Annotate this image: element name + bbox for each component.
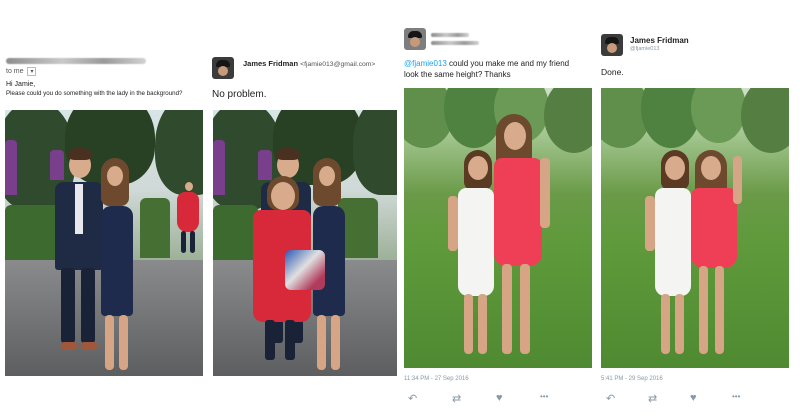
email-panel: to me ▾ Hi Jamie, Please could you do so… (0, 0, 206, 416)
retweet-icon[interactable]: ⇄ (648, 392, 657, 405)
reply-icon[interactable]: ↶ (408, 392, 417, 405)
reply-tweet-panel: James Fridman @fjamie013 Done. 5:41 PM -… (598, 0, 794, 416)
photo-edited-couple (213, 110, 397, 376)
mention-link[interactable]: @fjamie013 (404, 59, 447, 68)
email-body: Please could you do something with the l… (6, 90, 183, 97)
reply-handle: @fjamie013 (630, 46, 660, 52)
retweet-icon[interactable]: ⇄ (452, 392, 461, 405)
avatar (212, 57, 234, 79)
avatar[interactable] (601, 34, 623, 56)
avatar[interactable] (404, 28, 426, 50)
reply-panel: James Fridman <fjamie013@gmail.com> No p… (208, 0, 398, 416)
email-greeting: Hi Jamie, (6, 81, 36, 88)
redacted-username (431, 33, 469, 37)
tweet-timestamp[interactable]: 11:34 PM - 27 Sep 2016 (404, 376, 469, 382)
photo-girls-edited (601, 88, 789, 368)
redacted-sender (6, 58, 146, 64)
email-to-label: to me ▾ (6, 67, 37, 76)
like-icon[interactable]: ♥ (690, 392, 697, 404)
like-icon[interactable]: ♥ (496, 392, 503, 404)
reply-timestamp[interactable]: 5:41 PM - 29 Sep 2016 (601, 376, 663, 382)
chevron-down-icon[interactable]: ▾ (27, 67, 37, 76)
reply-body: Done. (601, 67, 624, 77)
reply-sender: James Fridman <fjamie013@gmail.com> (243, 59, 376, 68)
tweet-panel: @fjamie013 could you make me and my frie… (400, 0, 596, 416)
photo-original-couple (5, 110, 203, 376)
reply-name: James Fridman (630, 36, 689, 45)
redacted-handle (431, 41, 479, 45)
reply-icon[interactable]: ↶ (606, 392, 615, 405)
more-icon[interactable]: ••• (732, 392, 740, 401)
photo-girls-original (404, 88, 592, 368)
more-icon[interactable]: ••• (540, 392, 548, 401)
reply-body: No problem. (212, 89, 267, 100)
tweet-text: @fjamie013 could you make me and my frie… (404, 59, 570, 79)
